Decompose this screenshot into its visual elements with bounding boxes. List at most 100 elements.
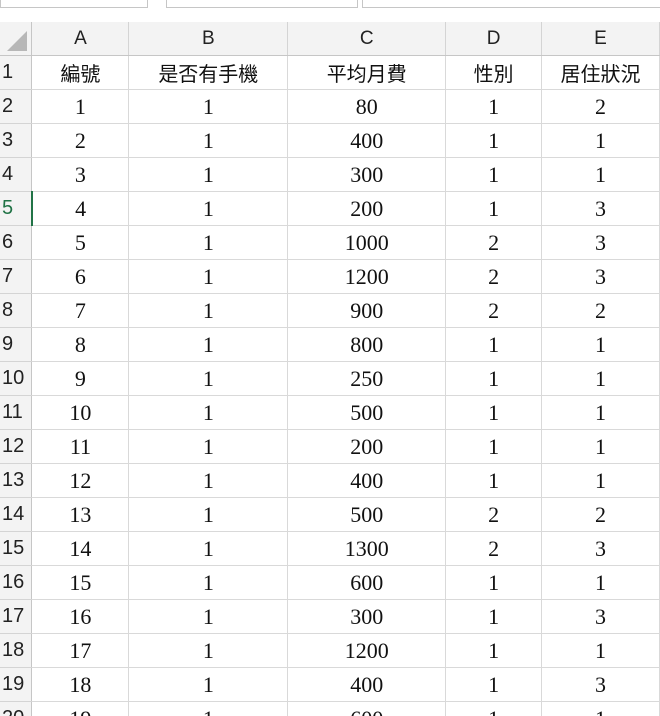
- cell[interactable]: 1: [128, 463, 289, 498]
- cell[interactable]: 1: [445, 463, 543, 498]
- cell[interactable]: 1: [445, 191, 543, 226]
- row-header[interactable]: 17: [0, 599, 33, 634]
- cell[interactable]: 500: [287, 497, 447, 532]
- cell[interactable]: 1: [128, 89, 289, 124]
- cell[interactable]: 1: [128, 531, 289, 566]
- cell[interactable]: 3: [31, 157, 130, 192]
- toolbar-tab[interactable]: [362, 0, 660, 8]
- cell[interactable]: 1: [445, 633, 543, 668]
- cell[interactable]: 8: [31, 327, 130, 362]
- cell[interactable]: 7: [31, 293, 130, 328]
- cell[interactable]: 1: [128, 599, 289, 634]
- row-header[interactable]: 18: [0, 633, 33, 668]
- toolbar-tab[interactable]: [0, 0, 148, 8]
- cell[interactable]: 1: [445, 361, 543, 396]
- cell[interactable]: 900: [287, 293, 447, 328]
- cell[interactable]: 1: [128, 157, 289, 192]
- row-header[interactable]: 15: [0, 531, 33, 566]
- cell[interactable]: 1: [541, 429, 660, 464]
- cell[interactable]: 3: [541, 191, 660, 226]
- cell[interactable]: 1: [128, 565, 289, 600]
- cell[interactable]: 1: [31, 89, 130, 124]
- header-cell[interactable]: 編號: [31, 55, 130, 90]
- column-header-D[interactable]: D: [445, 22, 543, 56]
- row-header[interactable]: 3: [0, 123, 33, 158]
- cell[interactable]: 1300: [287, 531, 447, 566]
- cell[interactable]: 600: [287, 565, 447, 600]
- select-all-button[interactable]: [0, 22, 33, 56]
- cell[interactable]: 2: [445, 293, 543, 328]
- cell[interactable]: 250: [287, 361, 447, 396]
- cell[interactable]: 80: [287, 89, 447, 124]
- cell[interactable]: 1: [445, 157, 543, 192]
- cell[interactable]: 1: [541, 327, 660, 362]
- cell[interactable]: 2: [31, 123, 130, 158]
- row-header[interactable]: 19: [0, 667, 33, 702]
- cell[interactable]: 3: [541, 259, 660, 294]
- cell[interactable]: 1: [128, 191, 289, 226]
- row-header[interactable]: 7: [0, 259, 33, 294]
- cell[interactable]: 1: [445, 327, 543, 362]
- row-header[interactable]: 1: [0, 55, 33, 90]
- row-header[interactable]: 8: [0, 293, 33, 328]
- cell[interactable]: 3: [541, 225, 660, 260]
- cell[interactable]: 10: [31, 395, 130, 430]
- cell[interactable]: 1: [445, 565, 543, 600]
- cell[interactable]: 17: [31, 633, 130, 668]
- row-header[interactable]: 14: [0, 497, 33, 532]
- cell[interactable]: 1: [128, 395, 289, 430]
- row-header[interactable]: 4: [0, 157, 33, 192]
- cell[interactable]: 19: [31, 701, 130, 716]
- cell[interactable]: 400: [287, 463, 447, 498]
- cell[interactable]: 1: [541, 361, 660, 396]
- cell[interactable]: 1: [541, 701, 660, 716]
- cell[interactable]: 1200: [287, 633, 447, 668]
- cell[interactable]: 5: [31, 225, 130, 260]
- cell[interactable]: 16: [31, 599, 130, 634]
- row-header[interactable]: 13: [0, 463, 33, 498]
- cell[interactable]: 1: [541, 395, 660, 430]
- cell[interactable]: 1: [128, 259, 289, 294]
- header-cell[interactable]: 性別: [445, 55, 543, 90]
- row-header[interactable]: 5: [0, 191, 33, 226]
- cell[interactable]: 400: [287, 123, 447, 158]
- cell[interactable]: 1: [541, 463, 660, 498]
- cell[interactable]: 1: [128, 327, 289, 362]
- row-header[interactable]: 16: [0, 565, 33, 600]
- row-header[interactable]: 2: [0, 89, 33, 124]
- cell[interactable]: 600: [287, 701, 447, 716]
- cell[interactable]: 2: [541, 497, 660, 532]
- row-header[interactable]: 6: [0, 225, 33, 260]
- cell[interactable]: 14: [31, 531, 130, 566]
- row-header[interactable]: 20: [0, 701, 33, 716]
- cell[interactable]: 4: [31, 191, 130, 226]
- cell[interactable]: 1: [128, 123, 289, 158]
- cell[interactable]: 1: [128, 429, 289, 464]
- cell[interactable]: 9: [31, 361, 130, 396]
- row-header[interactable]: 9: [0, 327, 33, 362]
- cell[interactable]: 200: [287, 191, 447, 226]
- column-header-A[interactable]: A: [31, 22, 130, 56]
- cell[interactable]: 2: [541, 89, 660, 124]
- cell[interactable]: 800: [287, 327, 447, 362]
- cell[interactable]: 1: [128, 667, 289, 702]
- column-header-B[interactable]: B: [128, 22, 289, 56]
- cell[interactable]: 12: [31, 463, 130, 498]
- cell[interactable]: 1: [445, 429, 543, 464]
- column-header-C[interactable]: C: [287, 22, 447, 56]
- cell[interactable]: 2: [445, 531, 543, 566]
- cell[interactable]: 11: [31, 429, 130, 464]
- cell[interactable]: 3: [541, 667, 660, 702]
- cell[interactable]: 13: [31, 497, 130, 532]
- cell[interactable]: 1: [541, 633, 660, 668]
- cell[interactable]: 18: [31, 667, 130, 702]
- cell[interactable]: 2: [541, 293, 660, 328]
- cell[interactable]: 1: [541, 565, 660, 600]
- cell[interactable]: 1: [128, 225, 289, 260]
- cell[interactable]: 500: [287, 395, 447, 430]
- cell[interactable]: 1: [128, 497, 289, 532]
- cell[interactable]: 1000: [287, 225, 447, 260]
- cell[interactable]: 1: [445, 667, 543, 702]
- cell[interactable]: 1200: [287, 259, 447, 294]
- cell[interactable]: 3: [541, 599, 660, 634]
